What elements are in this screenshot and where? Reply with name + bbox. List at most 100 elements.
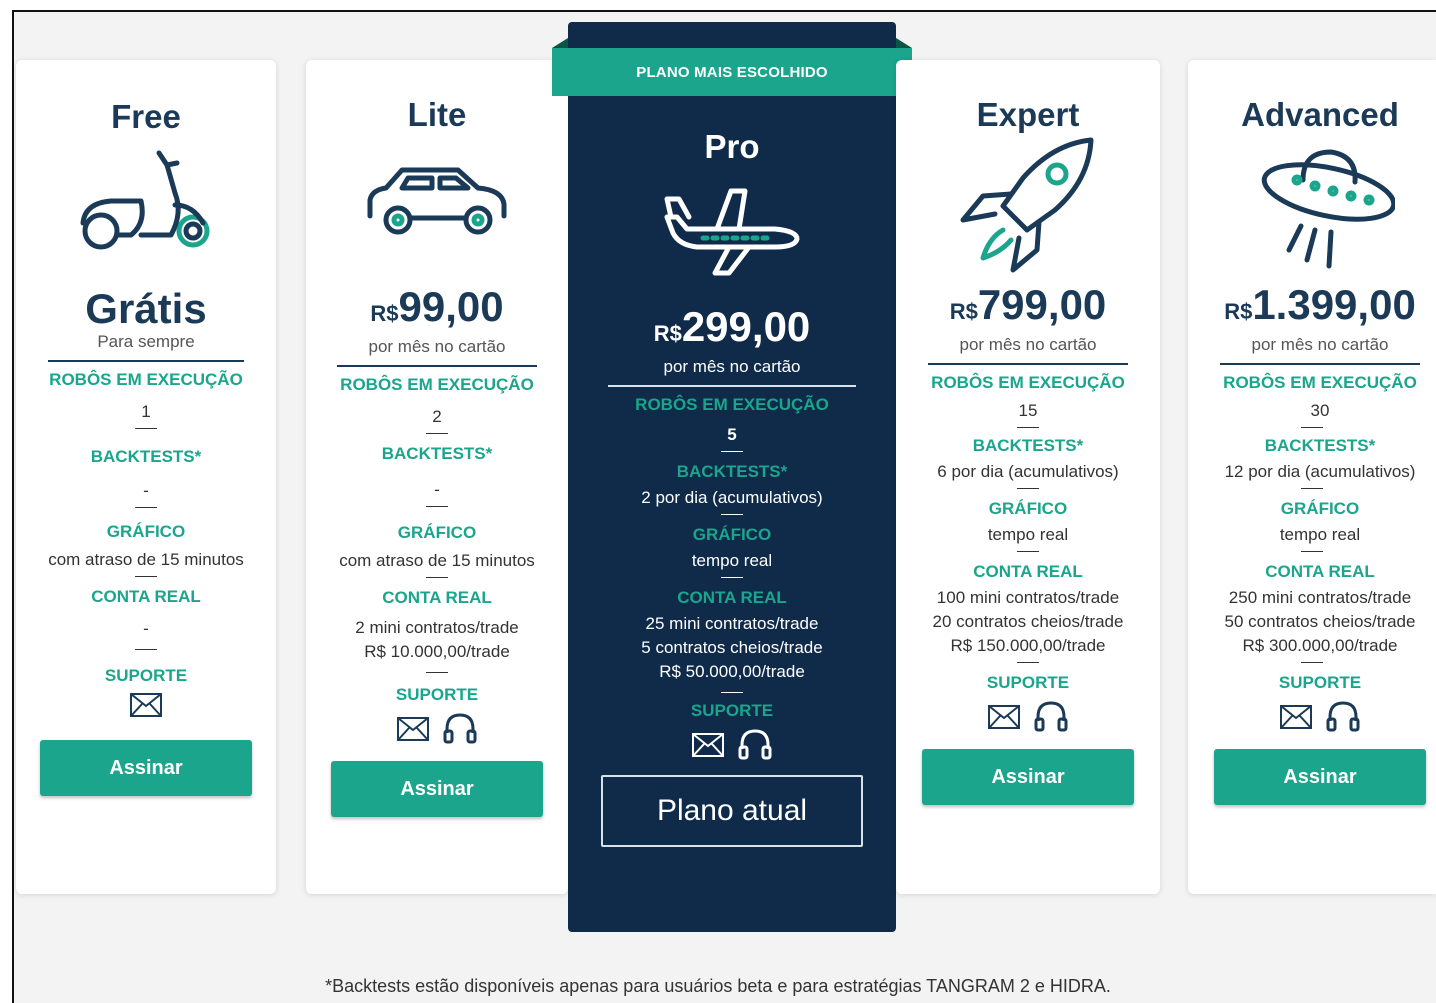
divider (48, 360, 244, 362)
divider (135, 576, 157, 577)
chart-label: GRÁFICO (1280, 499, 1360, 518)
chart-label: GRÁFICO (397, 523, 477, 542)
divider (1220, 363, 1420, 365)
divider (426, 577, 448, 578)
car-icon (362, 138, 512, 264)
rocket-icon (953, 134, 1103, 274)
account-label: CONTA REAL (382, 588, 492, 607)
account-value: - (143, 619, 149, 638)
chart-label: GRÁFICO (692, 525, 772, 544)
divider (608, 385, 856, 387)
email-icon (130, 693, 162, 717)
robots-label: ROBÔS EM EXECUÇÃO (340, 375, 534, 394)
account-label: CONTA REAL (91, 587, 201, 606)
backtests-value: - (143, 481, 149, 500)
email-icon (1280, 705, 1312, 729)
divider (1017, 662, 1039, 663)
divider (1017, 551, 1039, 552)
email-icon (397, 717, 429, 741)
chart-value: tempo real (1279, 525, 1361, 544)
price-amount: 99,00 (398, 283, 504, 330)
account-value: R$ 10.000,00/trade (364, 642, 510, 661)
backtests-label: BACKTESTS* (1264, 436, 1376, 455)
support-icons (691, 727, 773, 763)
price-sub: por mês no cartão (663, 357, 801, 376)
price: Grátis (85, 285, 207, 332)
divider (721, 451, 743, 452)
robots-value: 30 (1310, 401, 1330, 420)
subscribe-button[interactable]: Assinar (331, 761, 543, 817)
support-label: SUPORTE (104, 666, 188, 685)
most-chosen-ribbon: PLANO MAIS ESCOLHIDO (552, 38, 912, 96)
robots-value: 5 (727, 425, 737, 444)
plan-card-pro: Pro R$299,00 por mês no cartão ROBÔS EM … (568, 22, 896, 932)
divider (426, 506, 448, 507)
plan-card-lite: Lite R$99,00 por mês no cartão ROBÔS EM … (306, 60, 568, 894)
price: R$299,00 (654, 304, 811, 357)
account-value: 20 contratos cheios/trade (932, 612, 1124, 631)
support-label: SUPORTE (690, 701, 774, 720)
plan-title: Advanced (1241, 96, 1399, 133)
support-label: SUPORTE (1278, 673, 1362, 692)
plan-title: Lite (407, 96, 467, 133)
price-sub: por mês no cartão (368, 337, 506, 356)
price-sub: por mês no cartão (1251, 335, 1389, 354)
headset-icon (443, 713, 477, 744)
price-amount: 799,00 (977, 281, 1107, 328)
account-value: 50 contratos cheios/trade (1224, 612, 1416, 631)
currency: R$ (370, 301, 399, 326)
robots-value: 2 (432, 407, 442, 426)
divider (337, 365, 537, 367)
account-value: 250 mini contratos/trade (1228, 588, 1412, 607)
currency: R$ (1224, 299, 1253, 324)
account-label: CONTA REAL (973, 562, 1083, 581)
robots-value: 1 (141, 402, 151, 421)
backtests-value: 6 por dia (acumulativos) (937, 462, 1119, 481)
currency: R$ (949, 299, 978, 324)
account-value: 25 mini contratos/trade (645, 614, 819, 633)
divider (721, 514, 743, 515)
currency: R$ (653, 321, 682, 346)
account-value: 5 contratos cheios/trade (641, 638, 823, 657)
divider (721, 577, 743, 578)
account-value: 2 mini contratos/trade (355, 618, 519, 637)
email-icon (692, 733, 724, 757)
backtests-value: 2 por dia (acumulativos) (641, 488, 823, 507)
divider (426, 672, 448, 673)
chart-value: com atraso de 15 minutos (339, 551, 535, 570)
backtests-label: BACKTESTS* (972, 436, 1084, 455)
chart-value: com atraso de 15 minutos (48, 550, 244, 569)
subscribe-button[interactable]: Assinar (40, 740, 252, 796)
divider (135, 428, 157, 429)
email-icon (988, 705, 1020, 729)
account-value: R$ 150.000,00/trade (950, 636, 1106, 655)
plan-title: Free (111, 98, 181, 135)
support-icons (129, 692, 163, 718)
divider (135, 649, 157, 650)
price-sub: Para sempre (97, 332, 195, 351)
backtests-value: 12 por dia (acumulativos) (1224, 462, 1416, 481)
divider (1301, 427, 1323, 428)
divider (1017, 488, 1039, 489)
divider (1301, 662, 1323, 663)
support-label: SUPORTE (986, 673, 1070, 692)
chart-label: GRÁFICO (988, 499, 1068, 518)
price-amount: 1.399,00 (1252, 281, 1416, 328)
price-amount: 299,00 (681, 303, 811, 350)
subscribe-button[interactable]: Assinar (922, 749, 1134, 805)
price: R$99,00 (370, 284, 503, 337)
robots-label: ROBÔS EM EXECUÇÃO (931, 373, 1125, 392)
price: R$1.399,00 (1224, 282, 1416, 335)
plan-card-expert: Expert R$799,00 por mês no cartão ROBÔS … (896, 60, 1160, 894)
headset-icon (1034, 701, 1068, 732)
backtests-footnote: *Backtests estão disponíveis apenas para… (325, 976, 1111, 996)
plan-card-advanced: Advanced R$1.399,00 por mês no cartão RO… (1188, 60, 1436, 894)
ufo-icon (1245, 134, 1395, 274)
subscribe-button[interactable]: Assinar (1214, 749, 1426, 805)
account-value: R$ 50.000,00/trade (659, 662, 805, 681)
support-icons (396, 711, 478, 747)
current-plan-button[interactable]: Plano atual (601, 775, 863, 847)
price-sub: por mês no cartão (959, 335, 1097, 354)
support-label: SUPORTE (395, 685, 479, 704)
account-label: CONTA REAL (677, 588, 787, 607)
